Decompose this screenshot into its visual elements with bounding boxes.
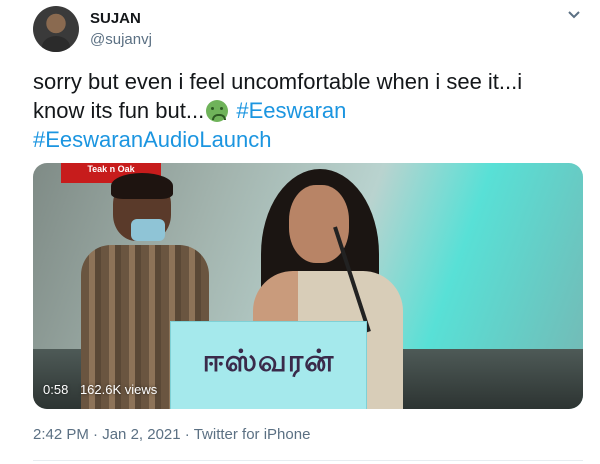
tweet-date[interactable]: Jan 2, 2021 <box>102 426 180 443</box>
nauseated-face-emoji-icon <box>206 100 229 122</box>
tweet-time[interactable]: 2:42 PM <box>33 426 89 443</box>
video-views: 162.6K views <box>79 382 158 397</box>
user-name[interactable]: SUJAN <box>90 10 141 27</box>
hashtag-eeswaran[interactable]: #Eeswaran <box>236 98 346 123</box>
tweet-text: sorry but even i feel uncomfortable when… <box>33 67 573 154</box>
podium: ஈஸ்வரன் <box>170 321 367 409</box>
video-meta: 0:58 162.6K views <box>43 382 165 397</box>
tweet-footer: 2:42 PM · Jan 2, 2021 · Twitter for iPho… <box>33 426 311 443</box>
divider <box>33 460 583 461</box>
hashtag-eeswaran-audio-launch[interactable]: #EeswaranAudioLaunch <box>33 127 272 152</box>
video-duration: 0:58 <box>43 382 69 397</box>
podium-title: ஈஸ்வரன் <box>202 344 335 379</box>
chevron-down-icon[interactable] <box>567 8 581 22</box>
user-handle[interactable]: @sujanvj <box>90 31 152 48</box>
video-player[interactable]: Teak n Oak ஈஸ்வரன் 0:58 162.6K views <box>33 163 583 409</box>
avatar[interactable] <box>33 6 79 52</box>
tweet-source[interactable]: Twitter for iPhone <box>194 426 311 443</box>
